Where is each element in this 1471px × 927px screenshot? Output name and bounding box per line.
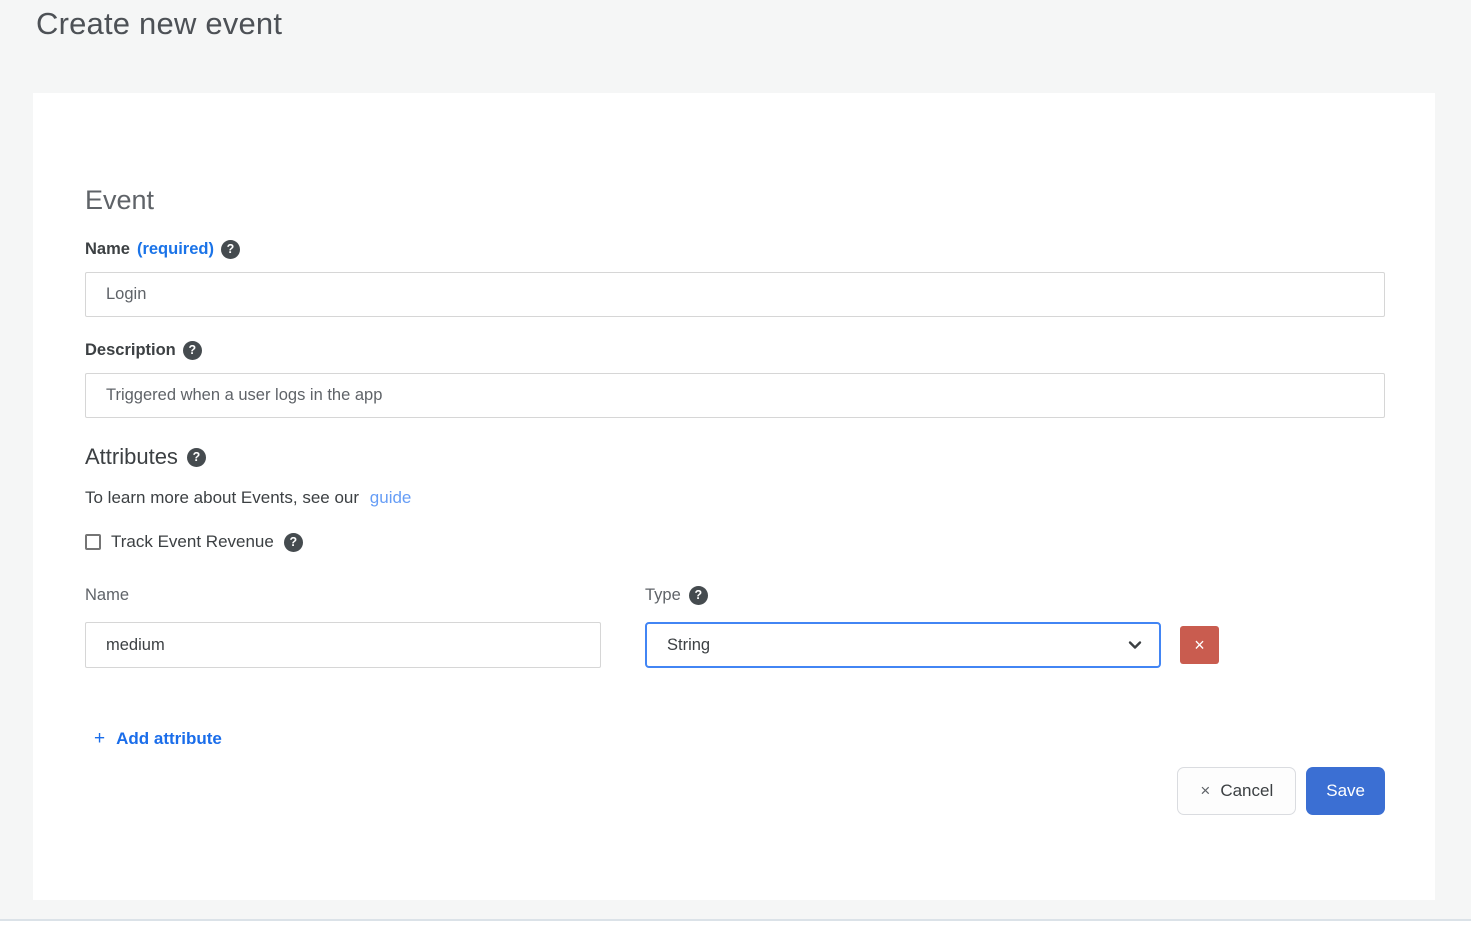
event-section-heading: Event — [85, 185, 1385, 216]
attribute-type-column-label: Type — [645, 586, 681, 605]
event-name-input[interactable] — [85, 272, 1385, 317]
type-help-icon[interactable]: ? — [689, 586, 708, 605]
attribute-column-labels: Name Type ? — [85, 586, 1385, 605]
page-bottom-strip — [0, 900, 1471, 927]
guide-link[interactable]: guide — [370, 488, 412, 507]
attribute-row: String × — [85, 622, 1385, 668]
plus-icon: + — [94, 728, 105, 750]
event-form-card: Event Name (required) ? Description ? At… — [33, 93, 1435, 900]
attribute-name-input[interactable] — [85, 622, 601, 668]
attributes-help-icon[interactable]: ? — [187, 448, 206, 467]
save-button[interactable]: Save — [1306, 767, 1385, 815]
page-title: Create new event — [36, 6, 282, 42]
chevron-down-icon — [1127, 637, 1143, 653]
cancel-button[interactable]: × Cancel — [1177, 767, 1296, 815]
close-icon: × — [1200, 781, 1210, 801]
attribute-name-column-label: Name — [85, 586, 645, 605]
attributes-heading-row: Attributes ? — [85, 444, 1385, 470]
track-revenue-help-icon[interactable]: ? — [284, 533, 303, 552]
close-icon: × — [1194, 636, 1205, 654]
cancel-button-label: Cancel — [1220, 781, 1273, 801]
track-revenue-checkbox[interactable] — [85, 534, 101, 550]
track-revenue-label: Track Event Revenue — [111, 532, 274, 552]
track-revenue-row: Track Event Revenue ? — [85, 532, 1385, 552]
attributes-info-line: To learn more about Events, see our guid… — [85, 488, 1385, 508]
add-attribute-button[interactable]: + Add attribute — [94, 728, 222, 750]
name-required-note: (required) — [137, 240, 214, 259]
bottom-white-edge — [0, 921, 1471, 927]
name-help-icon[interactable]: ? — [221, 240, 240, 259]
description-label-row: Description ? — [85, 341, 1385, 360]
create-event-page: Create new event Event Name (required) ?… — [0, 0, 1471, 927]
attributes-info-text: To learn more about Events, see our — [85, 488, 359, 507]
description-help-icon[interactable]: ? — [183, 341, 202, 360]
event-description-input[interactable] — [85, 373, 1385, 418]
attribute-type-value: String — [667, 636, 1127, 655]
description-label: Description — [85, 341, 176, 360]
attribute-type-select[interactable]: String — [645, 622, 1161, 668]
attributes-heading: Attributes — [85, 444, 178, 470]
name-label-row: Name (required) ? — [85, 240, 1385, 259]
form-actions: × Cancel Save — [85, 767, 1385, 815]
add-attribute-label: Add attribute — [116, 729, 222, 749]
delete-attribute-button[interactable]: × — [1180, 626, 1219, 664]
name-label: Name — [85, 240, 130, 259]
